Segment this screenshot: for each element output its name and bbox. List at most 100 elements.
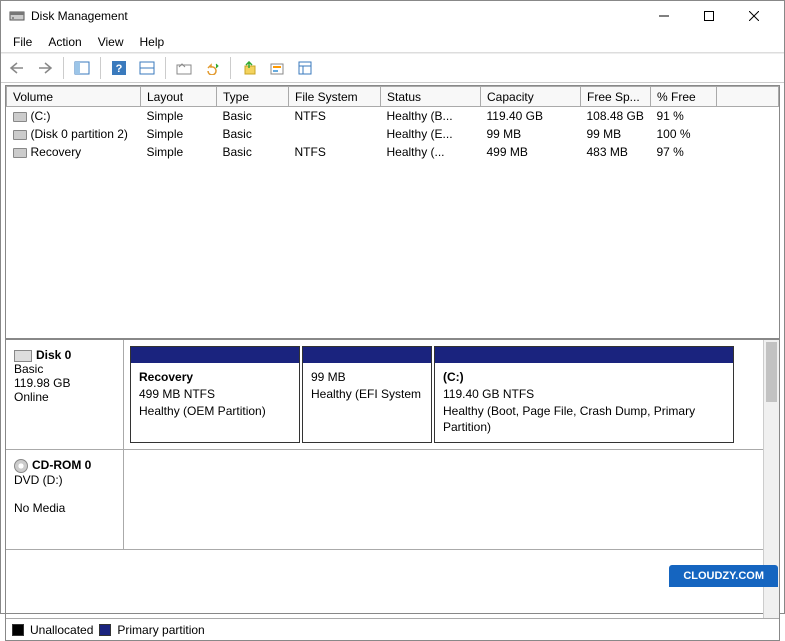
cell-status: Healthy (E... bbox=[381, 125, 481, 143]
window-title: Disk Management bbox=[31, 9, 641, 23]
drive-icon bbox=[13, 112, 27, 122]
drive-icon bbox=[13, 130, 27, 140]
cell-status: Healthy (... bbox=[381, 143, 481, 161]
legend: Unallocated Primary partition bbox=[6, 618, 779, 640]
disk-icon bbox=[14, 350, 32, 362]
cell-type: Basic bbox=[217, 143, 289, 161]
partition-info: (C:)119.40 GB NTFSHealthy (Boot, Page Fi… bbox=[435, 363, 733, 442]
toolbar-sep bbox=[165, 57, 166, 79]
action1-button[interactable] bbox=[237, 56, 261, 80]
menu-help[interactable]: Help bbox=[132, 33, 173, 51]
col-status[interactable]: Status bbox=[381, 87, 481, 107]
cell-volume: (Disk 0 partition 2) bbox=[7, 125, 141, 143]
titlebar: Disk Management bbox=[1, 1, 784, 31]
disk-type: DVD (D:) bbox=[14, 473, 115, 487]
settings-button[interactable] bbox=[172, 56, 196, 80]
refresh-button[interactable] bbox=[200, 56, 224, 80]
partition-bar bbox=[435, 347, 733, 363]
app-icon bbox=[9, 8, 25, 24]
cell-layout: Simple bbox=[141, 107, 217, 126]
disk-header[interactable]: CD-ROM 0DVD (D:) No Media bbox=[6, 450, 124, 549]
disk-name: Disk 0 bbox=[36, 348, 71, 362]
scrollbar-thumb[interactable] bbox=[766, 342, 777, 402]
action3-button[interactable] bbox=[293, 56, 317, 80]
minimize-button[interactable] bbox=[641, 2, 686, 30]
partition-bar bbox=[303, 347, 431, 363]
partition-line3: Healthy (OEM Partition) bbox=[139, 403, 291, 420]
legend-primary-swatch bbox=[99, 624, 111, 636]
disk-status: No Media bbox=[14, 501, 115, 515]
disk-row: Disk 0Basic119.98 GBOnlineRecovery499 MB… bbox=[6, 340, 779, 450]
col-type[interactable]: Type bbox=[217, 87, 289, 107]
help-button[interactable]: ? bbox=[107, 56, 131, 80]
partition-line2: 499 MB NTFS bbox=[139, 386, 291, 403]
col-layout[interactable]: Layout bbox=[141, 87, 217, 107]
legend-unallocated-label: Unallocated bbox=[30, 623, 93, 637]
partition-bar bbox=[131, 347, 299, 363]
col-filesystem[interactable]: File System bbox=[289, 87, 381, 107]
layout-button[interactable] bbox=[135, 56, 159, 80]
col-freespace[interactable]: Free Sp... bbox=[581, 87, 651, 107]
menu-file[interactable]: File bbox=[5, 33, 40, 51]
cell-capacity: 119.40 GB bbox=[481, 107, 581, 126]
cell-free: 108.48 GB bbox=[581, 107, 651, 126]
disk-row: CD-ROM 0DVD (D:) No Media bbox=[6, 450, 779, 550]
action2-button[interactable] bbox=[265, 56, 289, 80]
cell-pct: 97 % bbox=[651, 143, 717, 161]
table-row[interactable]: (C:)SimpleBasicNTFSHealthy (B...119.40 G… bbox=[7, 107, 779, 126]
disk-area: Disk 0Basic119.98 GBOnlineRecovery499 MB… bbox=[6, 340, 779, 618]
cell-volume: Recovery bbox=[7, 143, 141, 161]
toolbar: ? bbox=[1, 53, 784, 83]
col-capacity[interactable]: Capacity bbox=[481, 87, 581, 107]
watermark: CLOUDZY.COM bbox=[669, 565, 778, 587]
cd-icon bbox=[14, 459, 28, 473]
partition-info: 99 MBHealthy (EFI System bbox=[303, 363, 431, 409]
disk-type: Basic bbox=[14, 362, 115, 376]
volume-list-panel: Volume Layout Type File System Status Ca… bbox=[6, 86, 779, 340]
toolbar-sep bbox=[230, 57, 231, 79]
cell-layout: Simple bbox=[141, 143, 217, 161]
menu-view[interactable]: View bbox=[90, 33, 132, 51]
window-controls bbox=[641, 2, 776, 30]
volume-table[interactable]: Volume Layout Type File System Status Ca… bbox=[6, 86, 779, 161]
disk-name: CD-ROM 0 bbox=[32, 458, 91, 472]
cell-layout: Simple bbox=[141, 125, 217, 143]
cell-type: Basic bbox=[217, 107, 289, 126]
cell-fs bbox=[289, 125, 381, 143]
partition[interactable]: 99 MBHealthy (EFI System bbox=[302, 346, 432, 443]
cell-free: 483 MB bbox=[581, 143, 651, 161]
partition-line2: 99 MB bbox=[311, 369, 423, 386]
cell-fs: NTFS bbox=[289, 143, 381, 161]
close-button[interactable] bbox=[731, 2, 776, 30]
partition[interactable]: (C:)119.40 GB NTFSHealthy (Boot, Page Fi… bbox=[434, 346, 734, 443]
legend-unallocated-swatch bbox=[12, 624, 24, 636]
table-row[interactable]: (Disk 0 partition 2)SimpleBasic Healthy (… bbox=[7, 125, 779, 143]
cell-type: Basic bbox=[217, 125, 289, 143]
disk-status: Online bbox=[14, 390, 115, 404]
legend-primary-label: Primary partition bbox=[117, 623, 204, 637]
partition-name: (C:) bbox=[443, 369, 725, 386]
cell-volume: (C:) bbox=[7, 107, 141, 126]
partition-line3: Healthy (Boot, Page File, Crash Dump, Pr… bbox=[443, 403, 725, 437]
menu-action[interactable]: Action bbox=[40, 33, 89, 51]
disk-body bbox=[124, 450, 779, 549]
cell-fs: NTFS bbox=[289, 107, 381, 126]
back-button[interactable] bbox=[5, 56, 29, 80]
menubar: File Action View Help bbox=[1, 31, 784, 53]
cell-pct: 100 % bbox=[651, 125, 717, 143]
col-volume[interactable]: Volume bbox=[7, 87, 141, 107]
maximize-button[interactable] bbox=[686, 2, 731, 30]
content-area: Volume Layout Type File System Status Ca… bbox=[5, 85, 780, 641]
partition-name: Recovery bbox=[139, 369, 291, 386]
col-pctfree[interactable]: % Free bbox=[651, 87, 717, 107]
disk-size: 119.98 GB bbox=[14, 376, 115, 390]
partition-line3: Healthy (EFI System bbox=[311, 386, 423, 403]
partition[interactable]: Recovery499 MB NTFSHealthy (OEM Partitio… bbox=[130, 346, 300, 443]
col-spacer bbox=[717, 87, 779, 107]
partition-line2: 119.40 GB NTFS bbox=[443, 386, 725, 403]
show-hide-button[interactable] bbox=[70, 56, 94, 80]
cell-status: Healthy (B... bbox=[381, 107, 481, 126]
disk-header[interactable]: Disk 0Basic119.98 GBOnline bbox=[6, 340, 124, 449]
forward-button[interactable] bbox=[33, 56, 57, 80]
table-row[interactable]: RecoverySimpleBasicNTFSHealthy (...499 M… bbox=[7, 143, 779, 161]
